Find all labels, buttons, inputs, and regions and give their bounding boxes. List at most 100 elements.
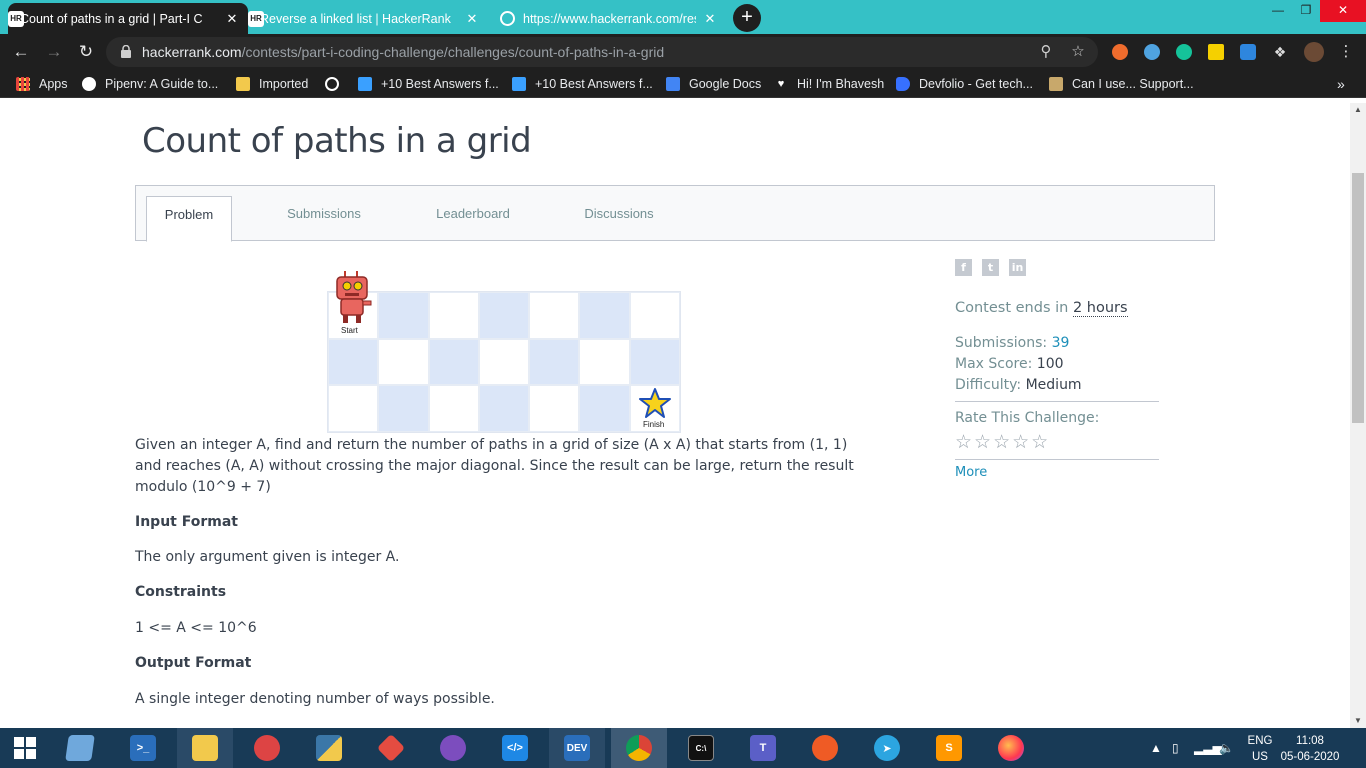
taskbar-app[interactable]: </> — [487, 728, 543, 768]
apps-grid-icon — [16, 77, 30, 91]
address-bar[interactable]: hackerrank.com/contests/part-i-coding-ch… — [106, 37, 1098, 67]
grid-cell — [428, 385, 479, 432]
grid-cell — [529, 292, 580, 339]
volume-icon[interactable]: 🔈 — [1219, 728, 1234, 768]
page-scrollbar[interactable]: ▲ ▼ — [1350, 103, 1366, 728]
browser-toolbar: ← → ↻ hackerrank.com/contests/part-i-cod… — [0, 34, 1366, 70]
bookmark-best-answers-2[interactable]: +10 Best Answers f... — [512, 75, 653, 93]
firefox-icon — [998, 735, 1024, 761]
vscode-icon: </> — [502, 735, 528, 761]
folder-icon — [236, 77, 250, 91]
tab-discussions[interactable]: Discussions — [574, 196, 664, 242]
close-icon[interactable]: ✕ — [702, 11, 718, 27]
grid-cell — [428, 338, 479, 386]
taskbar-app[interactable]: DEV — [549, 728, 605, 768]
twitter-icon[interactable]: t — [982, 259, 999, 276]
url-path: /contests/part-i-coding-challenge/challe… — [241, 44, 665, 60]
bookmark-pipenv[interactable]: Pipenv: A Guide to... — [82, 75, 218, 93]
browser-tab-count-of-paths[interactable]: HR Count of paths in a grid | Part-I C ✕ — [8, 3, 248, 34]
bookmark-devfolio[interactable]: Devfolio - Get tech... — [896, 75, 1033, 93]
browser-tab-hackerrank-rest[interactable]: https://www.hackerrank.com/rest ✕ — [488, 3, 726, 34]
extension-yellow-icon[interactable] — [1208, 44, 1224, 60]
url-domain: hackerrank.com — [142, 44, 242, 60]
browser-tab-reverse-linked-list[interactable]: HR Reverse a linked list | HackerRank ✕ — [248, 3, 488, 34]
taskbar-app[interactable] — [983, 728, 1039, 768]
facebook-icon[interactable]: f — [955, 259, 972, 276]
bookmark-globe[interactable] — [325, 75, 348, 93]
python-icon — [316, 735, 342, 761]
close-icon[interactable]: ✕ — [224, 11, 240, 27]
extensions-puzzle-icon[interactable]: ❖ — [1272, 44, 1288, 60]
taskbar-app[interactable] — [363, 728, 419, 768]
start-button[interactable] — [0, 728, 50, 768]
bookmark-apps[interactable]: Apps — [16, 75, 68, 93]
tab-problem[interactable]: Problem — [146, 196, 232, 242]
show-hidden-icons-chevron-icon[interactable]: ▲ — [1150, 728, 1162, 768]
bookmark-bhavesh[interactable]: ♥ Hi! I'm Bhavesh — [774, 75, 884, 93]
challenge-tabs: Problem Submissions Leaderboard Discussi… — [135, 185, 1215, 242]
extension-orange-icon[interactable] — [1112, 44, 1128, 60]
scroll-thumb[interactable] — [1352, 173, 1364, 423]
taskbar-app[interactable] — [52, 728, 108, 768]
taskbar-app[interactable] — [611, 728, 667, 768]
taskbar-app[interactable]: S — [921, 728, 977, 768]
constraints-heading: Constraints — [135, 584, 227, 600]
shield-icon[interactable] — [1240, 44, 1256, 60]
taskbar-app[interactable] — [301, 728, 357, 768]
new-tab-button[interactable]: + — [733, 4, 761, 32]
taskbar-app[interactable] — [177, 728, 233, 768]
zoom-icon[interactable]: ⚲ — [1036, 42, 1056, 62]
extension-search-icon[interactable] — [1144, 44, 1160, 60]
back-arrow-icon[interactable]: ← — [9, 40, 33, 64]
minimize-button[interactable]: — — [1264, 0, 1292, 22]
profile-avatar[interactable] — [1304, 42, 1324, 62]
rating-stars[interactable]: ☆☆☆☆☆ — [955, 431, 1050, 453]
taskbar-app[interactable]: T — [735, 728, 791, 768]
grid-cell — [629, 338, 680, 386]
scroll-down-arrow-icon[interactable]: ▼ — [1350, 714, 1366, 728]
file-explorer-icon — [192, 735, 218, 761]
grammarly-icon[interactable] — [1176, 44, 1192, 60]
forward-arrow-icon[interactable]: → — [42, 40, 66, 64]
tab-submissions[interactable]: Submissions — [276, 196, 372, 242]
tab-leaderboard[interactable]: Leaderboard — [426, 196, 520, 242]
max-score-value: 100 — [1036, 356, 1064, 372]
bookmark-caniuse[interactable]: Can I use... Support... — [1049, 75, 1194, 93]
restore-button[interactable]: ❐ — [1292, 0, 1320, 22]
grid-board — [327, 291, 681, 433]
scroll-up-arrow-icon[interactable]: ▲ — [1350, 103, 1366, 117]
reload-icon[interactable]: ↻ — [74, 40, 98, 64]
menu-dots-icon[interactable]: ⋮ — [1334, 40, 1358, 64]
bookmarks-overflow-button[interactable]: » — [1337, 75, 1345, 93]
heart-icon: ♥ — [777, 78, 785, 90]
linkedin-icon[interactable]: in — [1009, 259, 1026, 276]
grid-cell — [529, 385, 580, 432]
cmd-icon: C:\ — [688, 735, 714, 761]
battery-icon[interactable]: ▯ — [1172, 728, 1179, 768]
bookmark-imported[interactable]: Imported — [236, 75, 308, 93]
taskbar-app[interactable] — [797, 728, 853, 768]
finish-label: Finish — [643, 420, 665, 429]
submissions-value-link[interactable]: 39 — [1052, 335, 1070, 351]
bookmark-google-docs[interactable]: Google Docs — [666, 75, 761, 93]
wifi-icon[interactable]: ▂▃▅ — [1194, 728, 1222, 768]
close-icon[interactable]: ✕ — [464, 11, 480, 27]
taskbar-app[interactable] — [425, 728, 481, 768]
taskbar-app[interactable]: ➤ — [859, 728, 915, 768]
bookmark-star-icon[interactable]: ☆ — [1068, 42, 1088, 62]
taskbar-app[interactable]: >_ — [115, 728, 171, 768]
chrome-icon — [626, 735, 652, 761]
more-link[interactable]: More — [955, 465, 987, 480]
bookmark-label: Can I use... Support... — [1072, 77, 1194, 91]
n-logo-icon — [358, 77, 372, 91]
window-close-button[interactable]: ✕ — [1320, 0, 1366, 22]
input-language[interactable]: ENG US — [1243, 733, 1277, 765]
bookmark-label: Imported — [259, 77, 309, 91]
taskbar-app[interactable]: C:\ — [673, 728, 729, 768]
contest-ends: Contest ends in 2 hours — [955, 300, 1128, 317]
taskbar-app[interactable] — [239, 728, 295, 768]
system-clock[interactable]: 11:08 05-06-2020 — [1280, 733, 1340, 765]
page-content: Count of paths in a grid Problem Submiss… — [0, 103, 1350, 728]
teams-icon: T — [750, 735, 776, 761]
bookmark-best-answers-1[interactable]: +10 Best Answers f... — [358, 75, 499, 93]
